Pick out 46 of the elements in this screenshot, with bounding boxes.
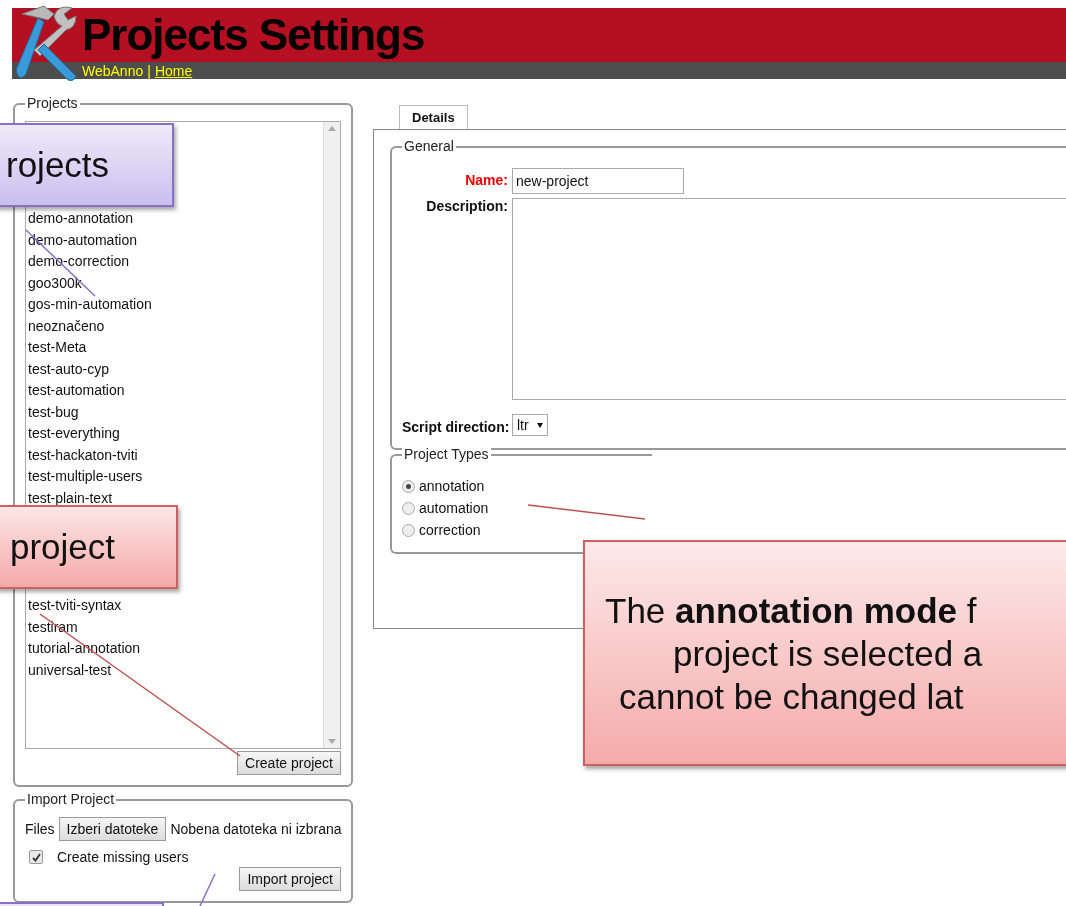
- create-project-button[interactable]: Create project: [237, 751, 341, 775]
- choose-files-button[interactable]: Izberi datoteke: [58, 817, 167, 841]
- project-item[interactable]: test-hackaton-tviti: [28, 444, 138, 466]
- callout-note: rojects: [0, 123, 174, 207]
- panel-legend: General: [402, 138, 456, 154]
- radio-option[interactable]: annotation: [402, 478, 652, 494]
- files-label: Files: [25, 821, 55, 837]
- radio-option[interactable]: automation: [402, 500, 652, 516]
- separator: |: [147, 62, 151, 79]
- radio-button[interactable]: [402, 479, 415, 493]
- checkbox[interactable]: [29, 850, 43, 864]
- project-item[interactable]: goo300k: [28, 272, 82, 294]
- radio-option[interactable]: correction: [402, 522, 652, 538]
- project-item[interactable]: test-tviti-syntax: [28, 595, 122, 617]
- project-item[interactable]: test-multiple-users: [28, 466, 143, 488]
- radio-button[interactable]: [402, 523, 415, 537]
- project-item[interactable]: test-automation: [28, 380, 125, 402]
- project-item[interactable]: demo-annotation: [28, 208, 134, 230]
- tab[interactable]: Details: [399, 105, 468, 129]
- project-item[interactable]: gos-min-automation: [28, 294, 152, 316]
- page-title: Projects Settings: [82, 10, 425, 60]
- callout-note: project: [0, 505, 178, 589]
- app-name: WebAnno: [82, 62, 144, 79]
- callout-note: The annotation mode f project is selected a cannot be changed lat: [583, 540, 1066, 766]
- project-item[interactable]: test-Meta: [28, 337, 87, 359]
- field-label: Name:: [464, 171, 509, 190]
- import-project-button[interactable]: Import project: [239, 867, 341, 891]
- scrollbar[interactable]: [323, 122, 340, 748]
- field-label: Description:: [425, 198, 509, 214]
- field-label: Script direction:: [402, 418, 511, 437]
- file-status: Nobena datoteka ni izbrana: [170, 821, 342, 837]
- project-item[interactable]: test-bug: [28, 401, 79, 423]
- project-item[interactable]: test-everything: [28, 423, 120, 445]
- radio-button[interactable]: [402, 501, 415, 515]
- name-field[interactable]: new-project: [512, 168, 684, 194]
- project-item[interactable]: neoznačeno: [28, 315, 105, 337]
- checkbox-label: Create missing users: [57, 849, 189, 865]
- script-direction-select[interactable]: ltr: [512, 414, 548, 436]
- panel-legend: Project Types: [402, 446, 491, 462]
- panel-legend: Import Project: [25, 791, 117, 807]
- leader-line: [199, 873, 216, 906]
- project-item[interactable]: universal-test: [28, 659, 112, 681]
- project-item[interactable]: test-auto-cyp: [28, 358, 109, 380]
- description-field[interactable]: [512, 198, 1066, 400]
- panel-legend: Projects: [25, 95, 80, 111]
- home-link[interactable]: Home: [154, 62, 193, 79]
